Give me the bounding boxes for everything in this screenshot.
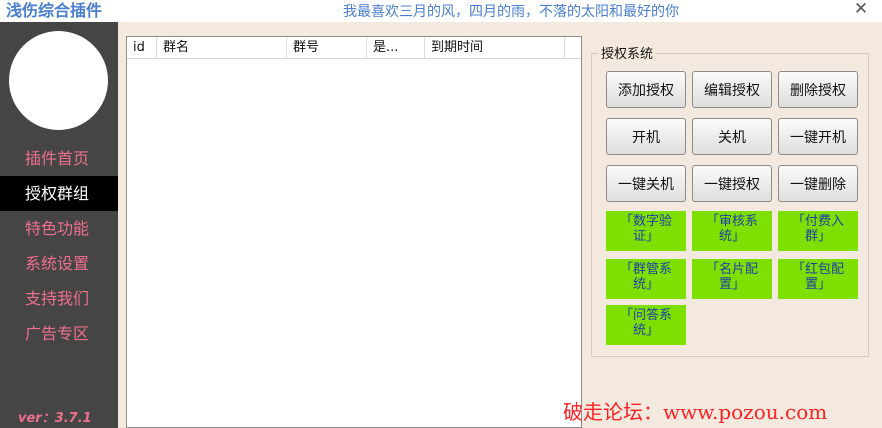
feature-paid-join-button[interactable]: 「付费入群」 [778, 211, 858, 251]
close-icon[interactable]: ✕ [850, 0, 872, 21]
all-power-off-button[interactable]: 一键关机 [606, 165, 686, 202]
column-header-expiry[interactable]: 到期时间 [425, 37, 565, 59]
group-table[interactable]: id 群名 群号 是... 到期时间 [126, 36, 582, 428]
title-bar: 浅伤综合插件 我最喜欢三月的风，四月的雨，不落的太阳和最好的你 ✕ [0, 0, 882, 22]
edit-auth-button[interactable]: 编辑授权 [692, 71, 772, 108]
column-header-id[interactable]: id [127, 37, 157, 59]
table-header: id 群名 群号 是... 到期时间 [127, 37, 581, 59]
feature-group-manage-button[interactable]: 「群管系统」 [606, 259, 686, 299]
feature-review-system-button[interactable]: 「审核系统」 [692, 211, 772, 251]
avatar [9, 31, 108, 130]
column-header-group-number[interactable]: 群号 [287, 37, 367, 59]
delete-auth-button[interactable]: 删除授权 [778, 71, 858, 108]
sidebar-item-ads[interactable]: 广告专区 [0, 316, 118, 351]
feature-digit-verify-button[interactable]: 「数字验证」 [606, 211, 686, 251]
sidebar-item-settings[interactable]: 系统设置 [0, 246, 118, 281]
feature-card-config-button[interactable]: 「名片配置」 [692, 259, 772, 299]
sidebar-item-support[interactable]: 支持我们 [0, 281, 118, 316]
sidebar-item-home[interactable]: 插件首页 [0, 141, 118, 176]
auth-system-title: 授权系统 [598, 43, 657, 62]
add-auth-button[interactable]: 添加授权 [606, 71, 686, 108]
power-off-button[interactable]: 关机 [692, 118, 772, 155]
feature-redpacket-config-button[interactable]: 「红包配置」 [778, 259, 858, 299]
watermark-text: 破走论坛：www.pozou.com [563, 400, 828, 424]
sidebar: 插件首页 授权群组 特色功能 系统设置 支持我们 广告专区 ver：3.7.1 [0, 22, 118, 428]
sidebar-item-features[interactable]: 特色功能 [0, 211, 118, 246]
sidebar-item-auth-groups[interactable]: 授权群组 [0, 176, 118, 211]
column-header-status[interactable]: 是... [367, 37, 425, 59]
power-on-button[interactable]: 开机 [606, 118, 686, 155]
column-header-group-name[interactable]: 群名 [157, 37, 287, 59]
slogan-text: 我最喜欢三月的风，四月的雨，不落的太阳和最好的你 [343, 4, 679, 20]
version-label: ver：3.7.1 [18, 411, 92, 426]
feature-qa-system-button[interactable]: 「问答系统」 [606, 305, 686, 345]
all-power-on-button[interactable]: 一键开机 [778, 118, 858, 155]
all-auth-button[interactable]: 一键授权 [692, 165, 772, 202]
all-delete-button[interactable]: 一键删除 [778, 165, 858, 202]
